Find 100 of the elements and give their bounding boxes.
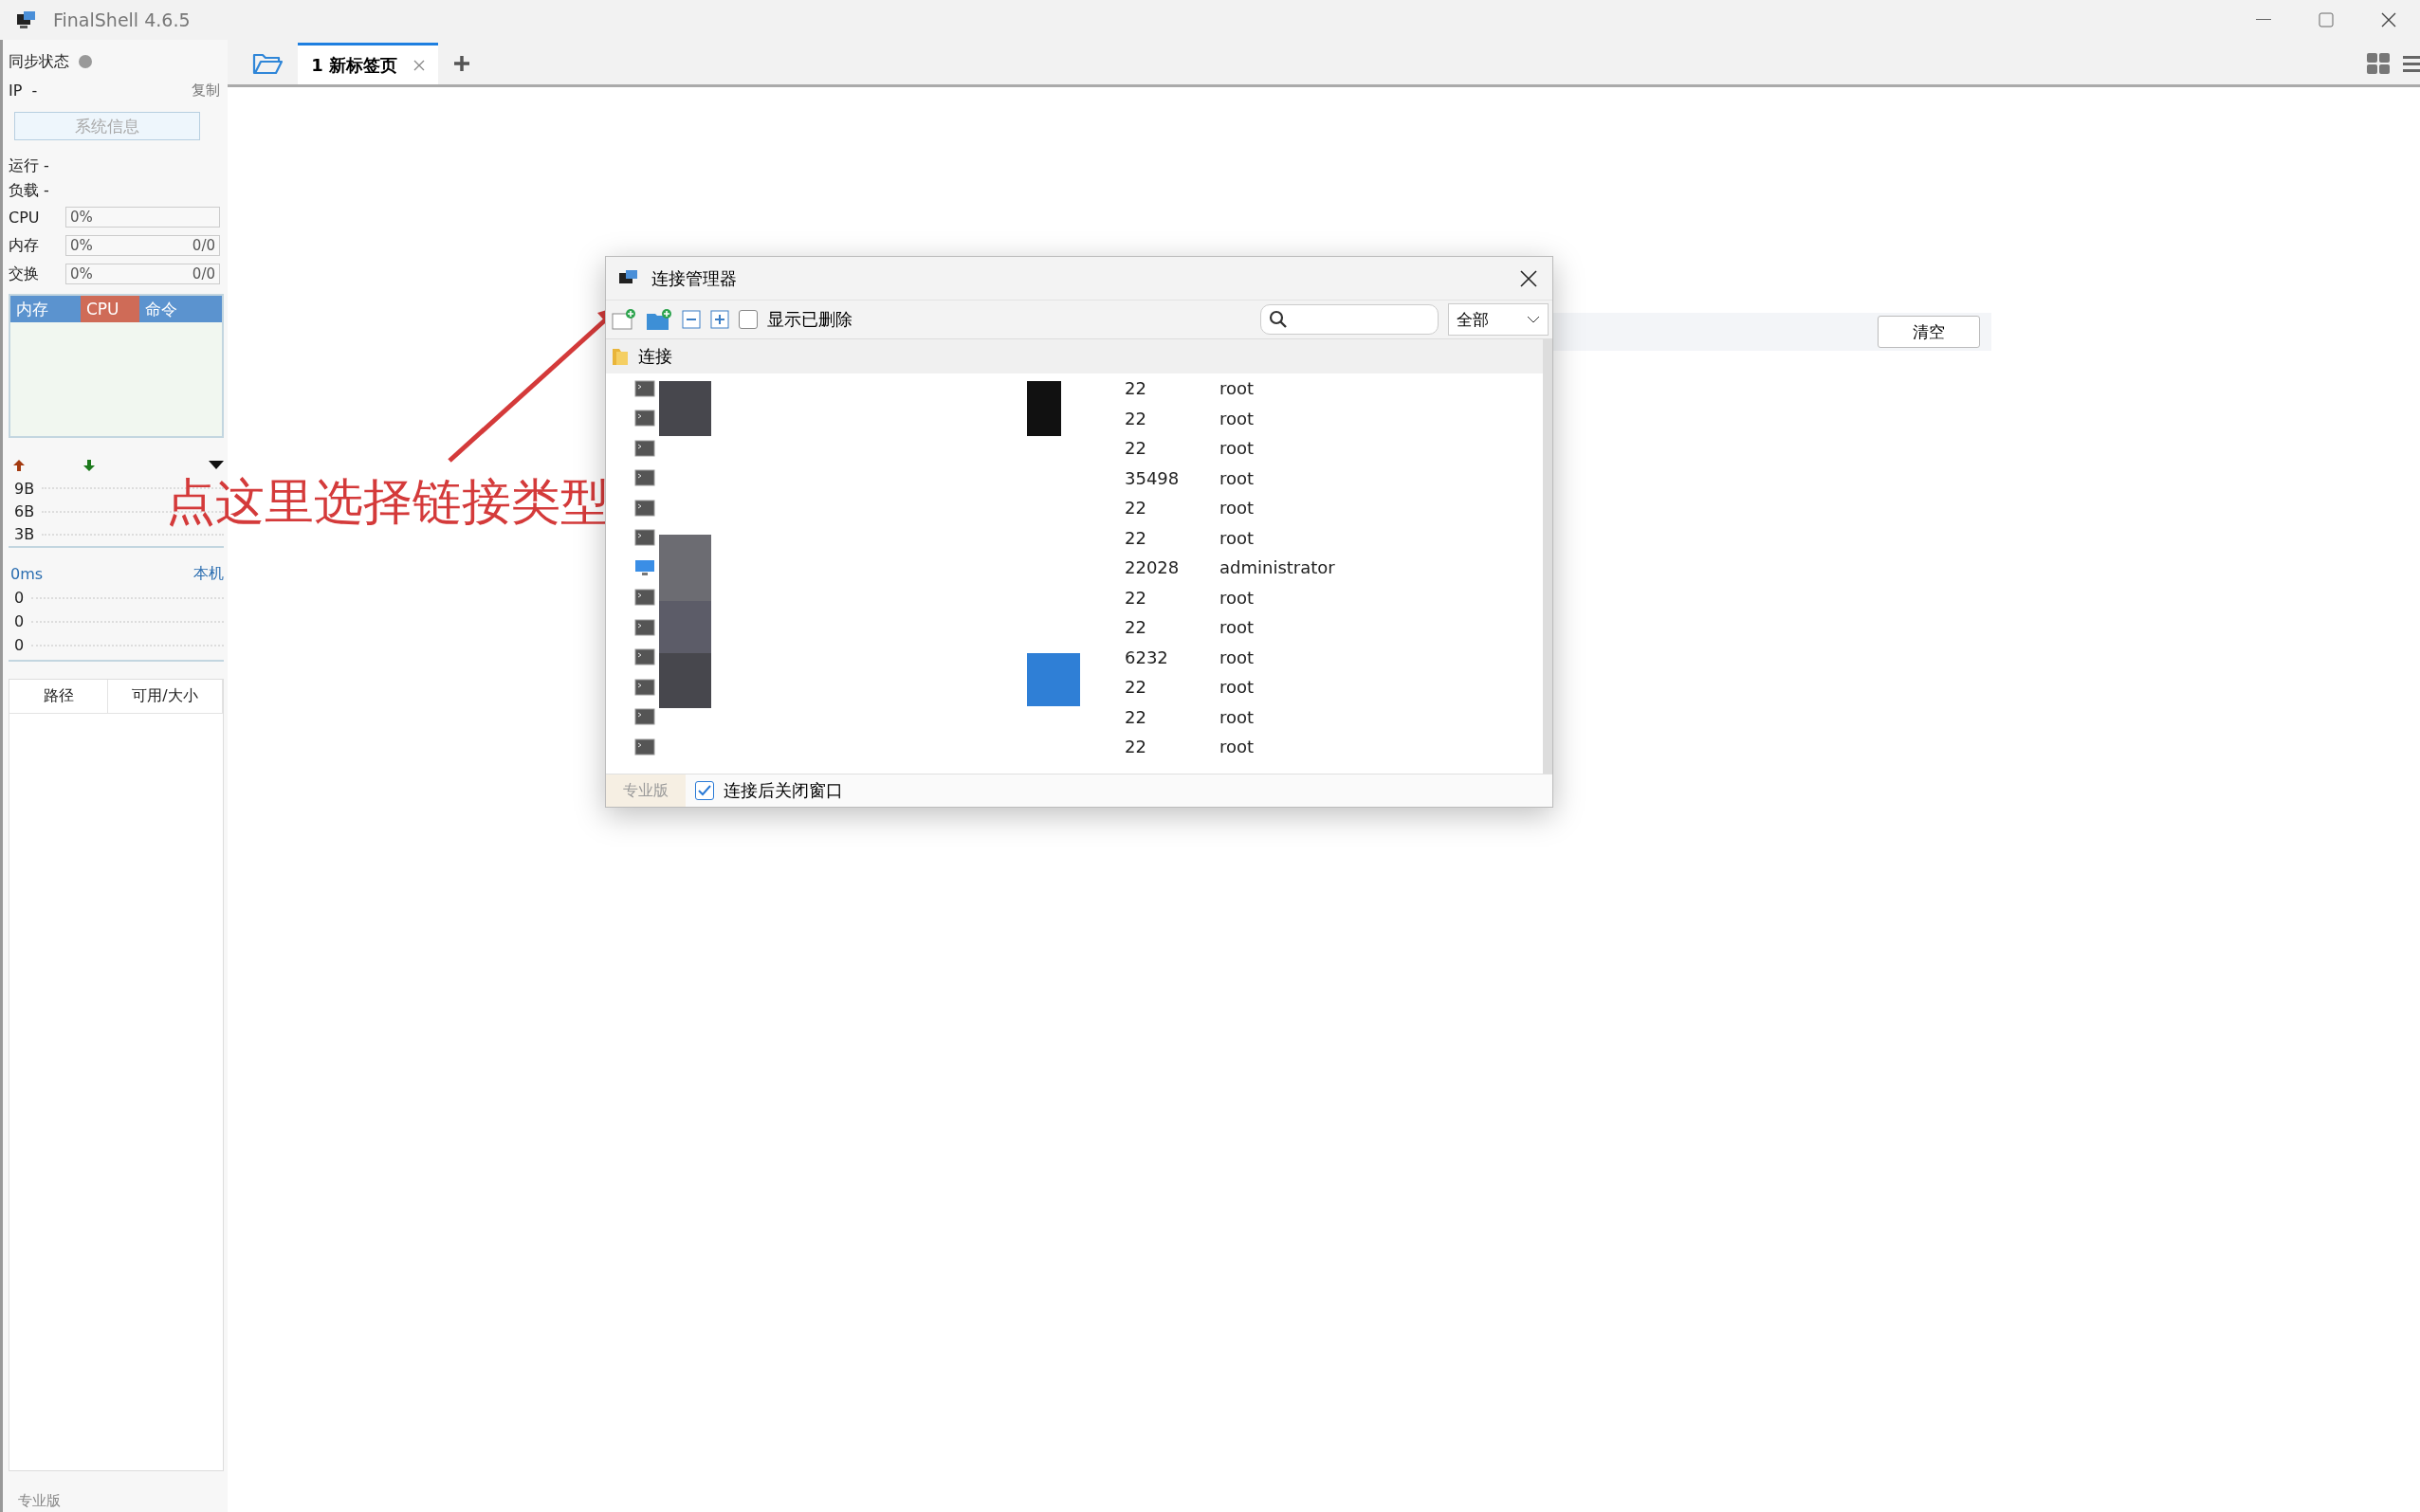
user-cell: root	[1219, 378, 1255, 399]
connection-row[interactable]: 6232 root	[606, 642, 1543, 672]
search-field[interactable]	[1260, 304, 1439, 335]
user-cell: root	[1219, 467, 1255, 488]
folder-icon	[612, 347, 629, 366]
user-cell: root	[1219, 617, 1255, 638]
chevron-down-icon	[1527, 316, 1540, 323]
axis-tick-label: 3B	[14, 525, 35, 544]
port-cell-text: 22	[1125, 587, 1147, 608]
redaction-block	[1027, 653, 1080, 706]
user-cell: root	[1219, 677, 1255, 698]
user-cell: root	[1219, 737, 1255, 757]
axis-tick-label: 6B	[14, 502, 35, 521]
port-cell-text: 35498	[1125, 467, 1181, 488]
clear-button[interactable]: 清空	[1878, 316, 1980, 348]
user-cell: administrator	[1219, 557, 1335, 578]
port-cell-text: 22	[1125, 378, 1147, 399]
redaction-block	[1027, 381, 1061, 436]
redaction-block	[659, 653, 711, 708]
meter-reading: 0%	[70, 265, 93, 282]
terminal-icon	[634, 439, 655, 457]
redaction-block	[659, 601, 711, 653]
minimize-icon	[2256, 19, 2271, 21]
terminal-icon	[634, 648, 655, 666]
app-logo-icon	[15, 10, 36, 29]
port-cell-text: 22	[1125, 737, 1147, 757]
terminal-icon	[634, 499, 655, 517]
load-label: 负载 -	[9, 180, 49, 201]
axis-tick-label: 0	[14, 589, 25, 607]
terminal-icon	[634, 589, 655, 607]
show-deleted-label: 显示已删除	[767, 308, 852, 331]
user-cell: root	[1219, 587, 1255, 608]
edition-label: 专业版	[606, 774, 686, 807]
port-cell-text: 6232	[1125, 647, 1169, 667]
meter-reading: 0%	[70, 237, 93, 254]
axis-tick-label: 0	[14, 636, 25, 654]
port-cell-text: 22	[1125, 408, 1147, 428]
sync-status-label: 同步状态	[9, 51, 69, 72]
uptime-label: 运行 -	[9, 155, 49, 176]
connection-row[interactable]: 22 root	[606, 672, 1543, 702]
meter-total: 0/0	[192, 265, 215, 282]
grid-view-icon[interactable]	[2367, 53, 2390, 74]
copy-link[interactable]: 复制	[192, 81, 220, 100]
meter-label: 交换	[9, 264, 40, 284]
ip-label: IP	[9, 81, 23, 100]
terminal-icon	[634, 618, 655, 636]
filter-dropdown[interactable]: 全部	[1448, 303, 1549, 336]
window-title: FinalShell 4.6.5	[53, 9, 191, 30]
monitor-tab[interactable]: CPU	[81, 296, 139, 322]
user-cell: root	[1219, 527, 1255, 548]
connection-row[interactable]: 22 root	[606, 433, 1543, 464]
connection-row[interactable]: 22 root	[606, 403, 1543, 433]
ping-target-label[interactable]: 本机	[193, 563, 224, 584]
connection-row[interactable]: 22 root	[606, 701, 1543, 732]
upload-arrow-icon	[12, 458, 26, 472]
search-icon	[1269, 310, 1288, 329]
scrollbar[interactable]	[1543, 339, 1552, 774]
close-after-connect-checkbox[interactable]	[695, 781, 714, 800]
meter-label: 内存	[9, 235, 40, 256]
connection-row[interactable]: 22 root	[606, 612, 1543, 643]
connection-row[interactable]: 22 root	[606, 373, 1543, 404]
axis-tick-label: 9B	[14, 479, 35, 498]
menu-icon[interactable]	[2403, 54, 2420, 73]
new-folder-icon[interactable]	[646, 308, 672, 331]
connection-row[interactable]: 22 root	[606, 732, 1543, 762]
connection-row[interactable]: 22 root	[606, 582, 1543, 612]
collapse-all-icon[interactable]	[682, 310, 701, 329]
close-icon[interactable]	[412, 59, 425, 71]
dropdown-triangle-icon[interactable]	[208, 460, 224, 470]
terminal-icon	[634, 708, 655, 726]
user-cell: root	[1219, 706, 1255, 727]
close-after-connect-label: 连接后关闭窗口	[724, 779, 843, 802]
port-cell-text: 22028	[1125, 557, 1181, 578]
download-arrow-icon	[82, 458, 96, 472]
folder-label[interactable]: 连接	[638, 345, 672, 368]
port-cell-text: 22	[1125, 706, 1147, 727]
terminal-icon	[634, 410, 655, 428]
terminal-icon	[634, 379, 655, 397]
tab[interactable]: 1 新标签页	[298, 43, 438, 84]
user-cell: root	[1219, 438, 1255, 459]
column-header[interactable]: 路径	[9, 680, 109, 713]
column-header[interactable]: 可用/大小	[108, 680, 223, 713]
new-connection-icon[interactable]	[612, 308, 636, 331]
maximize-icon	[2319, 12, 2334, 27]
connection-row[interactable]: 22028 administrator	[606, 553, 1543, 583]
terminal-icon	[634, 738, 655, 756]
meter-total: 0/0	[192, 237, 215, 254]
dialog-title: 连接管理器	[651, 266, 737, 290]
show-deleted-checkbox[interactable]	[739, 310, 758, 329]
user-cell: root	[1219, 498, 1255, 519]
ip-value: -	[31, 81, 38, 100]
expand-all-icon[interactable]	[710, 310, 729, 329]
terminal-icon	[634, 469, 655, 487]
latency-label: 0ms	[10, 564, 44, 583]
meter-label: CPU	[9, 208, 41, 227]
edition-label: 专业版	[17, 1492, 62, 1511]
port-cell-text: 22	[1125, 498, 1147, 519]
redaction-block	[659, 535, 711, 601]
terminal-icon	[634, 529, 655, 547]
monitor-icon	[634, 558, 655, 576]
